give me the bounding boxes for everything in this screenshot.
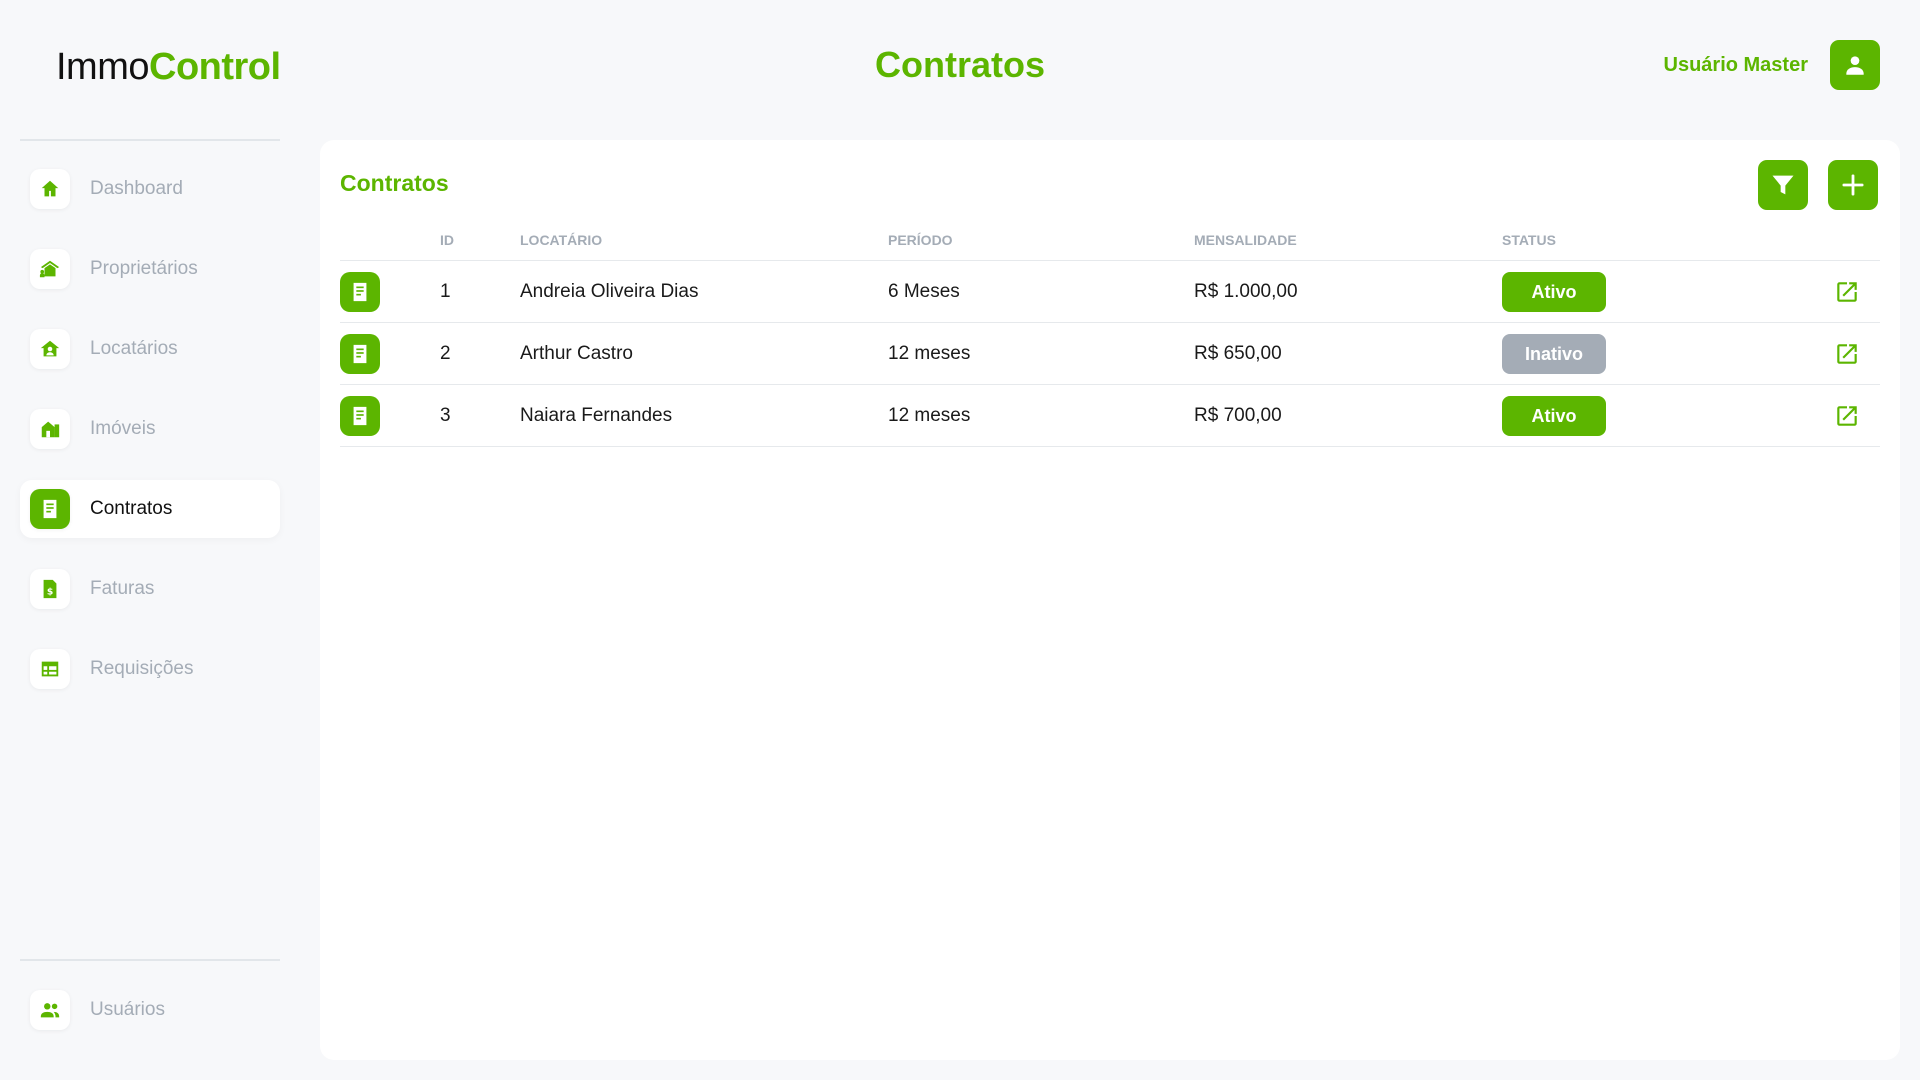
table-icon bbox=[30, 649, 70, 689]
sidebar-divider-bottom bbox=[20, 959, 280, 961]
cell-periodo: 12 meses bbox=[888, 322, 1194, 385]
cell-periodo: 12 meses bbox=[888, 384, 1194, 447]
cell-id: 3 bbox=[440, 384, 520, 447]
table-row[interactable]: 1 Andreia Oliveira Dias 6 Meses R$ 1.000… bbox=[340, 260, 1880, 323]
svg-text:$: $ bbox=[47, 587, 53, 598]
contracts-card: Contratos ID LOCATÁRIO PERÍODO MENSALIDA… bbox=[320, 140, 1900, 1060]
cell-actions bbox=[1732, 260, 1880, 323]
filter-icon bbox=[1772, 175, 1794, 195]
row-icon-cell bbox=[340, 384, 440, 447]
column-header-mensalidade: MENSALIDADE bbox=[1194, 220, 1502, 261]
sidebar-nav: Dashboard Proprietários Locatários Imóve… bbox=[20, 160, 280, 720]
open-external-icon[interactable] bbox=[1834, 341, 1860, 367]
open-external-icon[interactable] bbox=[1834, 403, 1860, 429]
sidebar-item-label: Imóveis bbox=[90, 418, 156, 439]
cell-mensalidade: R$ 650,00 bbox=[1194, 322, 1502, 385]
row-icon-cell bbox=[340, 260, 440, 323]
home-icon bbox=[30, 169, 70, 209]
user-avatar-button[interactable] bbox=[1830, 40, 1880, 90]
sidebar-item-label: Dashboard bbox=[90, 178, 183, 199]
sidebar-item-label: Proprietários bbox=[90, 258, 198, 279]
user-name[interactable]: Usuário Master bbox=[1664, 54, 1809, 77]
cell-status: Inativo bbox=[1502, 322, 1732, 385]
cell-periodo: 6 Meses bbox=[888, 260, 1194, 323]
sidebar-item-requisicoes[interactable]: Requisições bbox=[20, 640, 280, 698]
column-header-id: ID bbox=[440, 220, 520, 261]
page-title: Contratos bbox=[875, 44, 1045, 85]
tenant-icon bbox=[30, 329, 70, 369]
status-badge: Inativo bbox=[1502, 333, 1606, 374]
cell-mensalidade: R$ 1.000,00 bbox=[1194, 260, 1502, 323]
cell-actions bbox=[1732, 322, 1880, 385]
filter-button[interactable] bbox=[1758, 160, 1808, 210]
contracts-table: ID LOCATÁRIO PERÍODO MENSALIDADE STATUS … bbox=[340, 220, 1880, 447]
invoice-icon: $ bbox=[30, 569, 70, 609]
cell-actions bbox=[1732, 384, 1880, 447]
cell-locatario: Naiara Fernandes bbox=[520, 384, 888, 447]
card-title: Contratos bbox=[340, 170, 449, 196]
sidebar-item-contratos[interactable]: Contratos bbox=[20, 480, 280, 538]
user-icon bbox=[1846, 56, 1864, 75]
cell-id: 2 bbox=[440, 322, 520, 385]
contract-icon bbox=[340, 395, 380, 436]
column-header-icon bbox=[340, 220, 440, 261]
building-icon bbox=[30, 409, 70, 449]
sidebar-item-label: Faturas bbox=[90, 578, 155, 599]
table-row[interactable]: 2 Arthur Castro 12 meses R$ 650,00 Inati… bbox=[340, 322, 1880, 385]
plus-icon bbox=[1842, 174, 1864, 196]
cell-status: Ativo bbox=[1502, 260, 1732, 323]
table-row[interactable]: 3 Naiara Fernandes 12 meses R$ 700,00 At… bbox=[340, 384, 1880, 447]
sidebar-item-label: Usuários bbox=[90, 999, 165, 1020]
row-icon-cell bbox=[340, 322, 440, 385]
sidebar-item-locatarios[interactable]: Locatários bbox=[20, 320, 280, 378]
sidebar-item-proprietarios[interactable]: Proprietários bbox=[20, 240, 280, 298]
sidebar-item-usuarios[interactable]: Usuários bbox=[20, 981, 280, 1039]
cell-status: Ativo bbox=[1502, 384, 1732, 447]
cell-mensalidade: R$ 700,00 bbox=[1194, 384, 1502, 447]
sidebar-item-label: Requisições bbox=[90, 658, 194, 679]
cell-locatario: Andreia Oliveira Dias bbox=[520, 260, 888, 323]
add-contract-button[interactable] bbox=[1828, 160, 1878, 210]
user-menu[interactable]: Usuário Master bbox=[1664, 40, 1880, 90]
sidebar-item-faturas[interactable]: $ Faturas bbox=[20, 560, 280, 618]
status-badge: Ativo bbox=[1502, 271, 1606, 312]
column-header-actions bbox=[1732, 220, 1880, 261]
sidebar-divider-top bbox=[20, 139, 280, 141]
contract-icon bbox=[340, 271, 380, 312]
sidebar-item-dashboard[interactable]: Dashboard bbox=[20, 160, 280, 218]
sidebar-item-label: Locatários bbox=[90, 338, 178, 359]
table-header-row: ID LOCATÁRIO PERÍODO MENSALIDADE STATUS bbox=[340, 220, 1880, 261]
status-badge: Ativo bbox=[1502, 395, 1606, 436]
cell-id: 1 bbox=[440, 260, 520, 323]
cell-locatario: Arthur Castro bbox=[520, 322, 888, 385]
sidebar-bottom: Usuários bbox=[20, 981, 280, 1061]
owner-icon bbox=[30, 249, 70, 289]
contract-icon bbox=[30, 489, 70, 529]
open-external-icon[interactable] bbox=[1834, 279, 1860, 305]
users-icon bbox=[30, 990, 70, 1030]
sidebar-item-imoveis[interactable]: Imóveis bbox=[20, 400, 280, 458]
column-header-status: STATUS bbox=[1502, 220, 1732, 261]
column-header-periodo: PERÍODO bbox=[888, 220, 1194, 261]
contract-icon bbox=[340, 333, 380, 374]
column-header-locatario: LOCATÁRIO bbox=[520, 220, 888, 261]
sidebar-item-label: Contratos bbox=[90, 498, 173, 519]
